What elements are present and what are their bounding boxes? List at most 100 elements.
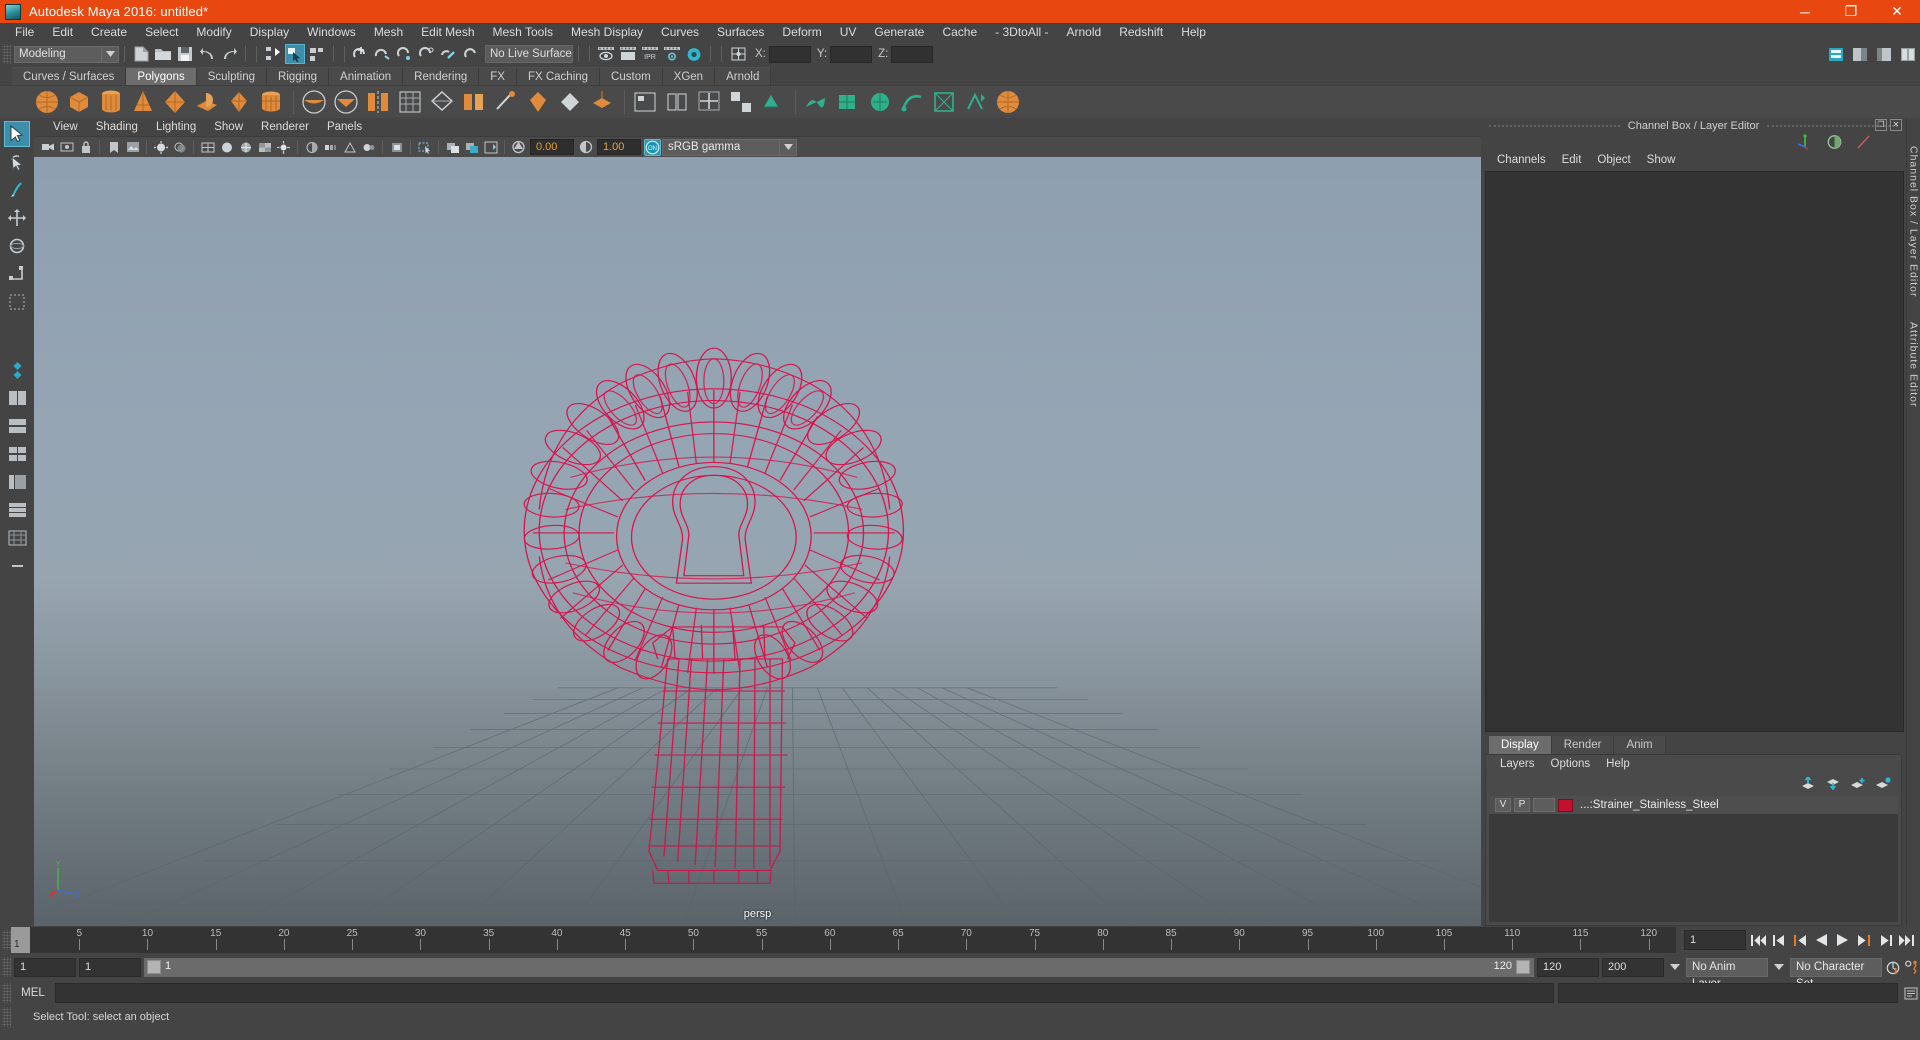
layer-row[interactable]: V P ...:Strainer_Stainless_Steel xyxy=(1489,796,1898,814)
layout-hypergraph-icon[interactable] xyxy=(4,497,30,523)
live-surface-field[interactable]: No Live Surface xyxy=(485,45,573,63)
shelf-tab-animation[interactable]: Animation xyxy=(329,67,404,85)
depth-of-field-icon[interactable] xyxy=(360,139,377,156)
help-line-gripper[interactable] xyxy=(2,1007,11,1027)
shelf-tab-rendering[interactable]: Rendering xyxy=(403,67,480,85)
save-scene-icon[interactable] xyxy=(175,44,195,64)
half-circle-icon[interactable] xyxy=(1826,134,1843,150)
menu-mesh[interactable]: Mesh xyxy=(365,23,412,42)
menu-mesh-display[interactable]: Mesh Display xyxy=(562,23,652,42)
layer-menu-layers[interactable]: Layers xyxy=(1492,758,1543,770)
layer-tab-render[interactable]: Render xyxy=(1551,736,1615,754)
shelf-tab-polygons[interactable]: Polygons xyxy=(126,67,197,85)
move-tool[interactable] xyxy=(4,205,30,231)
poly-torus-icon[interactable] xyxy=(160,88,190,116)
exposure-value-field[interactable]: 0.00 xyxy=(530,139,574,155)
viewport-capture-icon[interactable] xyxy=(482,139,499,156)
uv-cut-icon[interactable] xyxy=(993,88,1023,116)
maximize-button[interactable]: ❐ xyxy=(1828,0,1874,23)
viewport-menu-show[interactable]: Show xyxy=(205,121,252,133)
uv-cylindrical-icon[interactable] xyxy=(833,88,863,116)
dock-tab-channel-box[interactable]: Channel Box / Layer Editor xyxy=(1908,146,1920,298)
coord-z-field[interactable] xyxy=(891,45,934,63)
minimize-button[interactable]: ─ xyxy=(1782,0,1828,23)
shelf-tab-fx[interactable]: FX xyxy=(479,67,517,85)
menu-curves[interactable]: Curves xyxy=(652,23,708,42)
layout-four-pane-icon[interactable] xyxy=(4,441,30,467)
toggle-show-manipulator-icon[interactable] xyxy=(1826,44,1846,64)
range-end-handle[interactable] xyxy=(1516,959,1530,974)
dock-tab-attribute-editor[interactable]: Attribute Editor xyxy=(1908,322,1920,407)
render-region-icon[interactable] xyxy=(618,44,638,64)
new-layer-from-selected-icon[interactable] xyxy=(1875,776,1891,790)
layer-tab-display[interactable]: Display xyxy=(1489,736,1552,754)
append-polygon-icon[interactable] xyxy=(555,88,585,116)
panel-close-button[interactable]: ✕ xyxy=(1890,119,1902,131)
menu-deform[interactable]: Deform xyxy=(773,23,830,42)
menu-cache[interactable]: Cache xyxy=(933,23,986,42)
viewport-menu-panels[interactable]: Panels xyxy=(318,121,371,133)
transform-axes-icon[interactable] xyxy=(1796,134,1814,150)
playback-end-time-field[interactable]: 120 xyxy=(1537,957,1599,977)
playback-start-time-field[interactable]: 1 xyxy=(79,957,141,977)
snap-to-grid-icon[interactable] xyxy=(351,44,371,64)
viewport-menu-view[interactable]: View xyxy=(44,121,87,133)
xray-active-components-icon[interactable] xyxy=(463,139,480,156)
color-management-selector[interactable]: sRGB gamma xyxy=(662,138,780,156)
lock-camera-icon[interactable] xyxy=(77,139,94,156)
shelf-tab-curves-surfaces[interactable]: Curves / Surfaces xyxy=(12,67,127,85)
snap-to-point-icon[interactable] xyxy=(395,44,415,64)
paint-select-tool[interactable] xyxy=(4,177,30,203)
menu-file[interactable]: File xyxy=(6,23,43,42)
perspective-viewport[interactable]: persp Y X Z xyxy=(34,157,1481,926)
color-management-chevron-down-icon[interactable] xyxy=(780,138,797,156)
menu-arnold[interactable]: Arnold xyxy=(1058,23,1111,42)
command-input-field[interactable] xyxy=(55,983,1554,1003)
image-plane-icon[interactable] xyxy=(124,139,141,156)
animation-start-time-field[interactable]: 1 xyxy=(14,957,76,977)
move-layer-up-icon[interactable] xyxy=(1800,776,1816,790)
select-camera-icon[interactable] xyxy=(39,139,56,156)
current-frame-field[interactable]: 1 xyxy=(1684,930,1746,950)
hypershade-icon[interactable] xyxy=(684,44,704,64)
menu-help[interactable]: Help xyxy=(1172,23,1215,42)
channelbox-menu-edit[interactable]: Edit xyxy=(1554,154,1590,166)
current-time-indicator[interactable]: 1 xyxy=(11,927,30,953)
poly-sphere-icon[interactable] xyxy=(32,88,62,116)
shadows-icon[interactable] xyxy=(171,139,188,156)
poly-cut-icon[interactable] xyxy=(662,88,692,116)
toggle-tool-settings-icon[interactable] xyxy=(1874,44,1894,64)
textured-icon[interactable] xyxy=(256,139,273,156)
render-view-icon[interactable] xyxy=(596,44,616,64)
select-tool[interactable] xyxy=(4,121,30,147)
gamma-value-field[interactable]: 1.00 xyxy=(597,139,641,155)
menu-set-chevron-down-icon[interactable] xyxy=(102,45,119,63)
snap-to-projected-center-icon[interactable] xyxy=(417,44,437,64)
snap-to-curve-icon[interactable] xyxy=(373,44,393,64)
rotate-tool[interactable] xyxy=(4,233,30,259)
scale-tool[interactable] xyxy=(4,261,30,287)
shelf-tab-fx-caching[interactable]: FX Caching xyxy=(516,67,601,85)
isolate-select-icon[interactable] xyxy=(388,139,405,156)
open-scene-icon[interactable] xyxy=(153,44,173,64)
layout-quick-switch-icon[interactable] xyxy=(4,357,30,383)
anim-layer-selector[interactable]: No Anim Layer xyxy=(1686,957,1768,990)
time-slider-gripper[interactable] xyxy=(2,930,11,950)
script-editor-icon[interactable] xyxy=(1902,987,1920,1000)
coord-x-field[interactable] xyxy=(768,45,811,63)
quad-draw-icon[interactable] xyxy=(758,88,788,116)
step-forward-key-icon[interactable] xyxy=(1855,931,1872,949)
range-slider[interactable]: 1 120 xyxy=(144,957,1534,977)
poly-pyramid-icon[interactable] xyxy=(224,88,254,116)
command-language-label[interactable]: MEL xyxy=(15,987,51,999)
go-to-end-icon[interactable] xyxy=(1897,931,1914,949)
uv-editor-icon[interactable] xyxy=(929,88,959,116)
ipr-render-icon[interactable]: IPR xyxy=(640,44,660,64)
uv-planar-icon[interactable] xyxy=(801,88,831,116)
anim-layer-chevron-down-icon[interactable] xyxy=(1667,958,1683,977)
poly-separate-icon[interactable] xyxy=(395,88,425,116)
menu-select[interactable]: Select xyxy=(136,23,187,42)
menu-redshift[interactable]: Redshift xyxy=(1110,23,1172,42)
toggle-channel-box-icon[interactable] xyxy=(1898,44,1918,64)
layer-tab-anim[interactable]: Anim xyxy=(1614,736,1666,754)
